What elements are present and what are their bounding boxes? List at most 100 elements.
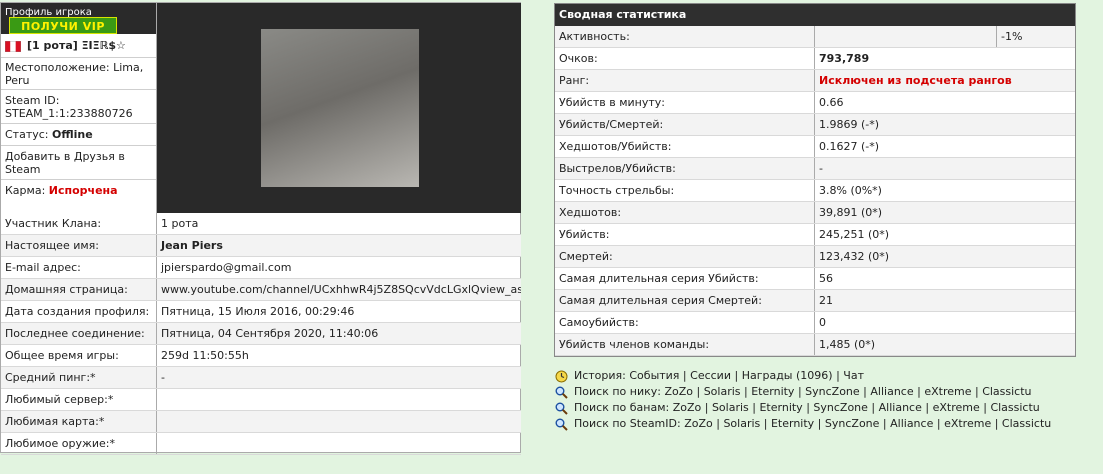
stats-value: 123,432 (0*)	[819, 250, 890, 263]
stats-label: Убийств членов команды:	[555, 334, 815, 355]
stats-value: 1,485 (0*)	[819, 338, 876, 351]
stats-row: Ранг: Исключен из подсчета рангов	[555, 70, 1075, 92]
profile-detail-value	[157, 389, 521, 410]
stats-label: Смертей:	[555, 246, 815, 267]
stats-row: Очков: 793,789	[555, 48, 1075, 70]
stats-row: Точность стрельбы: 3.8% (0%*)	[555, 180, 1075, 202]
avatar-area	[157, 3, 521, 213]
profile-detail-value	[157, 433, 521, 454]
magnifier-icon	[555, 418, 568, 431]
history-link[interactable]: Чат	[843, 369, 864, 382]
history-link[interactable]: Награды (1096)	[742, 369, 833, 382]
stats-value: Исключен из подсчета рангов	[819, 74, 1012, 87]
profile-detail-label: Любимое оружие:*	[1, 433, 157, 454]
profile-detail-value: Пятница, 15 Июля 2016, 00:29:46	[161, 305, 355, 318]
stats-label: Хедшотов:	[555, 202, 815, 223]
profile-detail-value	[157, 411, 521, 432]
profile-detail-label: E-mail адрес:	[1, 257, 157, 278]
activity-label: Активность:	[555, 26, 815, 47]
profile-detail-label: Дата создания профиля:	[1, 301, 157, 322]
profile-detail-label: Настоящее имя:	[1, 235, 157, 256]
homepage-link[interactable]: www.youtube.com/channel/UCxhhwR4j5Z8SQcv…	[157, 279, 521, 300]
profile-detail-row: Общее время игры: 259d 11:50:55h	[1, 345, 521, 367]
avatar-photo	[261, 29, 419, 187]
stats-row: Смертей: 123,432 (0*)	[555, 246, 1075, 268]
profile-detail-label: Средний пинг:*	[1, 367, 157, 388]
profile-detail-label: Любимая карта:*	[1, 411, 157, 432]
stats-row: Самая длительная серия Убийств: 56	[555, 268, 1075, 290]
search-server-link[interactable]: ZoZo	[673, 401, 702, 414]
profile-detail-row: Участник Клана: 1 рота	[1, 213, 521, 235]
summary-stats-panel: Сводная статистика Активность: -1% Очков…	[554, 3, 1076, 357]
search-links: Поиск по нику: ZoZo | Solaris | Eternity…	[555, 384, 1095, 432]
stats-label: Самоубийств:	[555, 312, 815, 333]
profile-detail-label: Общее время игры:	[1, 345, 157, 366]
magnifier-icon	[555, 402, 568, 415]
stats-value: 0.66	[819, 96, 844, 109]
get-vip-button[interactable]: ПОЛУЧИ VIP	[9, 17, 117, 34]
search-server-link[interactable]: Eternity	[751, 385, 794, 398]
history-link[interactable]: События	[629, 369, 679, 382]
stats-value: 0.1627 (-*)	[819, 140, 880, 153]
stats-value: -	[819, 162, 823, 175]
search-server-link[interactable]: SyncZone	[805, 385, 860, 398]
activity-bar	[815, 26, 997, 47]
search-links-text: Поиск по нику: ZoZo | Solaris | Eternity…	[574, 385, 1032, 398]
karma-row: Карма: Испорчена	[1, 180, 156, 202]
stats-label: Самая длительная серия Смертей:	[555, 290, 815, 311]
stats-label: Хедшотов/Убийств:	[555, 136, 815, 157]
search-line: Поиск по SteamID: ZoZo | Solaris | Etern…	[555, 416, 1095, 432]
search-server-link[interactable]: Alliance	[879, 401, 922, 414]
search-server-link[interactable]: Eternity	[759, 401, 802, 414]
search-server-link[interactable]: eXtreme	[933, 401, 980, 414]
search-server-link[interactable]: ZoZo	[684, 417, 713, 430]
steam-id-label: Steam ID:	[5, 94, 60, 107]
activity-value: -1%	[1001, 30, 1023, 43]
stats-row: Убийств в минуту: 0.66	[555, 92, 1075, 114]
profile-detail-value: Jean Piers	[161, 239, 223, 252]
steam-id-row: Steam ID: STEAM_1:1:233880726	[1, 90, 156, 124]
search-links-text: Поиск по банам: ZoZo | Solaris | Eternit…	[574, 401, 1040, 414]
search-server-link[interactable]: Solaris	[704, 385, 741, 398]
profile-detail-row: Средний пинг:* -	[1, 367, 521, 389]
add-friend-steam-link[interactable]: Добавить в Друзья в Steam	[1, 146, 156, 180]
karma-label: Карма:	[5, 184, 46, 197]
stats-value: 0	[819, 316, 826, 329]
peru-flag-icon	[4, 40, 22, 53]
stats-label: Убийств/Смертей:	[555, 114, 815, 135]
search-server-link[interactable]: ZoZo	[664, 385, 693, 398]
search-server-link[interactable]: Eternity	[771, 417, 814, 430]
stats-value: 39,891 (0*)	[819, 206, 883, 219]
profile-detail-value: 259d 11:50:55h	[161, 349, 249, 362]
player-name-row: [1 рота] ΞΙΞℝ$☆	[1, 34, 156, 58]
profile-info-column: Профиль игрока ПОЛУЧИ VIP [1 рота] ΞΙΞℝ$…	[1, 3, 157, 213]
stats-table: Очков: 793,789 Ранг: Исключен из подсчета р…	[555, 48, 1075, 356]
stats-row: Хедшотов/Убийств: 0.1627 (-*)	[555, 136, 1075, 158]
search-server-link[interactable]: eXtreme	[944, 417, 991, 430]
search-links-text: Поиск по SteamID: ZoZo | Solaris | Etern…	[574, 417, 1052, 430]
magnifier-icon	[555, 386, 568, 399]
stats-label: Убийств в минуту:	[555, 92, 815, 113]
search-server-link[interactable]: Classictu	[990, 401, 1039, 414]
search-server-link[interactable]: Alliance	[890, 417, 933, 430]
profile-detail-row: Любимая карта:*	[1, 411, 521, 433]
search-server-link[interactable]: SyncZone	[813, 401, 868, 414]
history-link[interactable]: Сессии	[690, 369, 731, 382]
search-line: Поиск по нику: ZoZo | Solaris | Eternity…	[555, 384, 1095, 400]
search-server-link[interactable]: Alliance	[870, 385, 913, 398]
search-server-link[interactable]: Classictu	[982, 385, 1031, 398]
search-label: Поиск по SteamID:	[574, 417, 681, 430]
search-server-link[interactable]: Solaris	[712, 401, 749, 414]
stats-value: 3.8% (0%*)	[819, 184, 882, 197]
search-server-link[interactable]: SyncZone	[825, 417, 880, 430]
stats-label: Выстрелов/Убийств:	[555, 158, 815, 179]
search-server-link[interactable]: eXtreme	[924, 385, 971, 398]
stats-row: Самая длительная серия Смертей: 21	[555, 290, 1075, 312]
stats-value: 1.9869 (-*)	[819, 118, 880, 131]
search-server-link[interactable]: Classictu	[1002, 417, 1051, 430]
player-profile-panel: Профиль игрока ПОЛУЧИ VIP [1 рота] ΞΙΞℝ$…	[0, 2, 521, 455]
stats-row: Убийств/Смертей: 1.9869 (-*)	[555, 114, 1075, 136]
profile-detail-value: Пятница, 04 Сентября 2020, 11:40:06	[161, 327, 379, 340]
profile-detail-row: Любимый сервер:*	[1, 389, 521, 411]
search-server-link[interactable]: Solaris	[723, 417, 760, 430]
